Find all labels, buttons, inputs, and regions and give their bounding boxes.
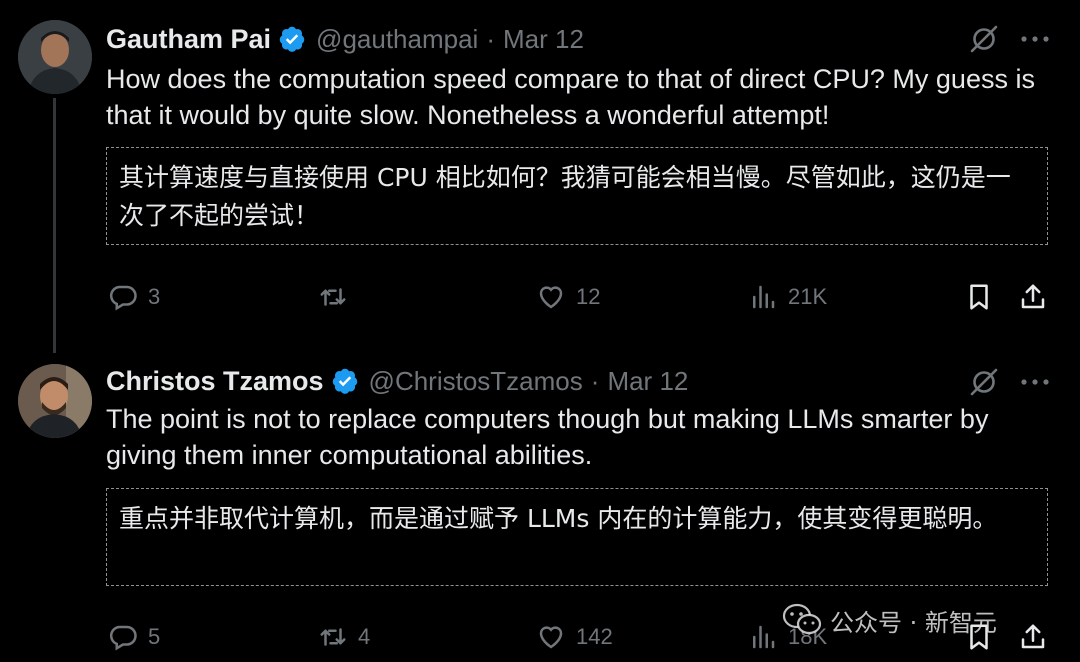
- reply-icon: [109, 625, 137, 651]
- separator-dot: ·: [486, 23, 495, 54]
- like-count: 12: [576, 284, 601, 309]
- retweet-button[interactable]: 4: [318, 622, 370, 652]
- share-button[interactable]: [1018, 282, 1048, 312]
- more-icon[interactable]: [1020, 34, 1050, 44]
- like-icon: [539, 286, 563, 309]
- reply-button[interactable]: 3: [108, 282, 160, 312]
- author-name[interactable]: Christos Tzamos: [106, 366, 324, 397]
- views-button[interactable]: 21K: [748, 282, 827, 312]
- avatar[interactable]: [18, 364, 92, 438]
- retweet-icon: [320, 288, 346, 306]
- bookmark-icon: [970, 284, 988, 310]
- tweet-text: The point is not to replace computers th…: [106, 404, 989, 470]
- verified-badge-icon: [279, 26, 305, 52]
- tweet-date[interactable]: Mar 12: [607, 366, 688, 397]
- like-button[interactable]: 142: [536, 622, 613, 652]
- retweet-icon: [320, 628, 346, 646]
- author-name[interactable]: Gautham Pai: [106, 24, 271, 55]
- reply-count: 5: [148, 624, 161, 649]
- tweet-date[interactable]: Mar 12: [503, 24, 584, 55]
- verified-badge-icon: [332, 368, 357, 394]
- tweet-header: Christos Tzamos @ChristosTzamos · Mar 12: [106, 361, 688, 401]
- share-button[interactable]: [1018, 622, 1048, 652]
- views-count: 21K: [788, 284, 828, 309]
- more-icon[interactable]: [1020, 377, 1050, 387]
- tweet-text: How does the computation speed compare t…: [106, 64, 1035, 130]
- views-icon: [753, 285, 775, 309]
- tweet-header: Gautham Pai @gauthampai · Mar 12: [106, 19, 584, 59]
- retweet-button[interactable]: [318, 282, 358, 312]
- tweet-actions: 3 12 21K: [0, 282, 1080, 322]
- share-icon: [1021, 624, 1045, 649]
- watermark-text: 公众号 · 新智元: [830, 608, 997, 637]
- like-button[interactable]: 12: [536, 282, 600, 312]
- reply-icon: [109, 285, 137, 311]
- translation-box: 其计算速度与直接使用 CPU 相比如何？我猜可能会相当慢。尽管如此，这仍是一次了…: [106, 147, 1048, 245]
- like-icon: [539, 626, 563, 649]
- wechat-icon: [782, 603, 822, 635]
- bookmark-button[interactable]: [964, 282, 994, 312]
- separator-dot: ·: [590, 365, 600, 396]
- author-handle[interactable]: @ChristosTzamos: [369, 366, 583, 397]
- reply-count: 3: [148, 284, 161, 309]
- watermark: 公众号 · 新智元: [782, 600, 997, 640]
- retweet-count: 4: [358, 624, 371, 649]
- share-icon: [1021, 284, 1045, 309]
- like-count: 142: [576, 624, 613, 649]
- author-handle[interactable]: @gauthampai: [316, 24, 478, 55]
- avatar[interactable]: [18, 20, 92, 94]
- tweet-gautham-pai[interactable]: Gautham Pai @gauthampai · Mar 12 How doe…: [0, 0, 1080, 352]
- translation-box: 重点并非取代计算机，而是通过赋予 LLMs 内在的计算能力，使其变得更聪明。: [106, 488, 1048, 586]
- views-icon: [753, 625, 775, 649]
- reply-button[interactable]: 5: [108, 622, 160, 652]
- grok-icon[interactable]: [968, 23, 1000, 55]
- grok-icon[interactable]: [968, 366, 1000, 398]
